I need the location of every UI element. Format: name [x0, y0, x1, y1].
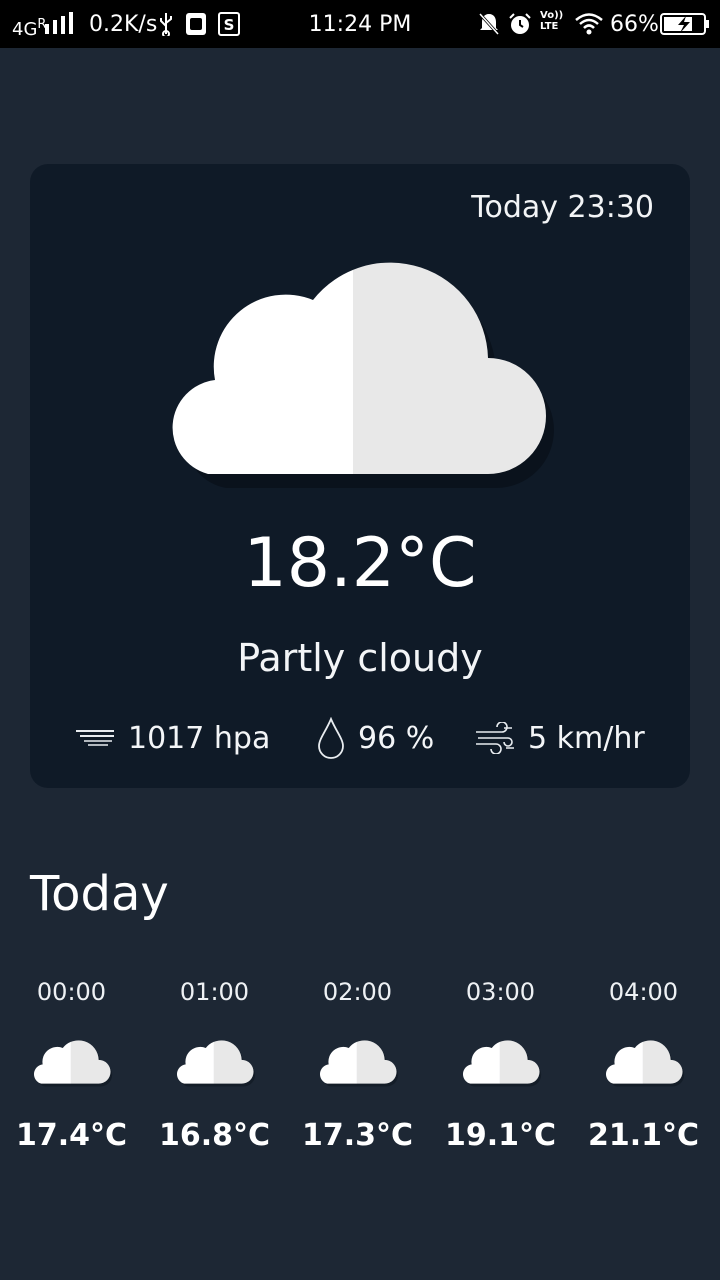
hour-time: 04:00 [608, 978, 679, 1006]
cloud-icon [176, 1040, 255, 1087]
hour-item: 04:00 21.1°C [572, 970, 715, 1153]
cloud-icon [33, 1040, 112, 1087]
today-title: Today [30, 866, 169, 922]
pressure-icon [76, 730, 114, 746]
wind-icon [476, 722, 514, 754]
cloud-icon [172, 262, 554, 488]
hour-temperature: 19.1°C [444, 1118, 557, 1153]
hour-item: 02:00 17.3°C [286, 970, 429, 1153]
hour-item: 00:00 17.4°C [0, 970, 143, 1153]
battery-percent: 66% [610, 12, 659, 37]
humidity-stat: 96 % [316, 716, 434, 760]
humidity-value: 96 % [358, 720, 435, 756]
volte-icon: Vo)) LTE [540, 10, 564, 32]
hour-item: 03:00 19.1°C [429, 970, 572, 1153]
hour-item: 01:00 16.8°C [143, 970, 286, 1153]
cloud-icon [319, 1040, 398, 1087]
cloud-icon [605, 1040, 684, 1087]
hour-time: 02:00 [322, 978, 393, 1006]
hour-temperature: 17.3°C [301, 1118, 414, 1153]
status-bar: 4GR 0.2K/s S 11:24 PM Vo)) LTE 66% [0, 0, 720, 48]
battery-icon [660, 13, 709, 35]
hour-time: 01:00 [179, 978, 250, 1006]
current-temperature: 18.2°C [243, 524, 477, 603]
mute-icon [478, 12, 500, 36]
updated-time: Today 23:30 [471, 190, 654, 225]
hour-temperature: 17.4°C [15, 1118, 128, 1153]
hour-temperature: 16.8°C [158, 1118, 271, 1153]
condition-text: Partly cloudy [237, 636, 483, 680]
cloud-icon [462, 1040, 541, 1087]
drop-icon [318, 717, 344, 759]
pressure-stat: 1017 hpa [74, 716, 270, 760]
wind-value: 5 km/hr [528, 720, 645, 756]
hour-time: 00:00 [36, 978, 107, 1006]
alarm-icon [509, 13, 531, 34]
hour-temperature: 21.1°C [587, 1118, 700, 1153]
current-weather-card: Today 23:30 18.2°C Partly cloudy 1017 hp… [30, 164, 690, 788]
hour-time: 03:00 [465, 978, 536, 1006]
wind-stat: 5 km/hr [474, 716, 645, 760]
wifi-icon [575, 13, 603, 35]
pressure-value: 1017 hpa [128, 720, 271, 756]
